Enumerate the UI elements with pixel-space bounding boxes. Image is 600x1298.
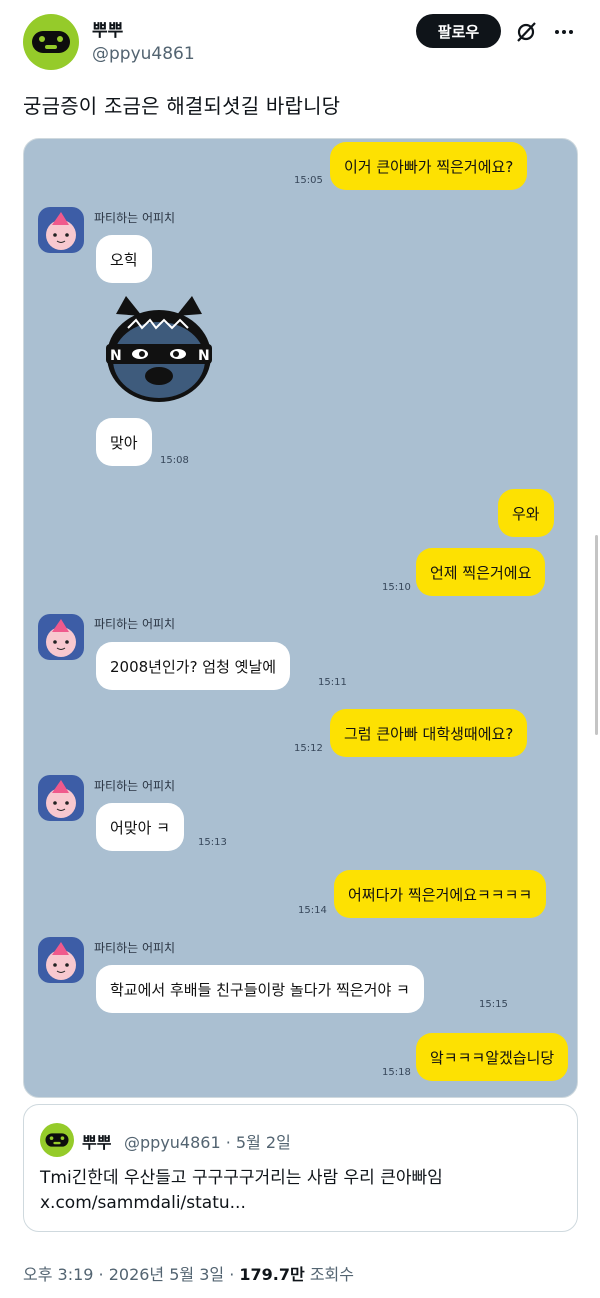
grok-icon[interactable] — [514, 20, 538, 44]
tweet-meta: 오후 3:19 · 2026년 5월 3일 · 179.7만 조회수 — [23, 1261, 354, 1285]
peer-avatar — [38, 937, 84, 983]
message-time: 15:14 — [298, 905, 327, 916]
peer-message: 2008년인가? 엄청 옛날에 — [96, 642, 291, 690]
quoted-display-name: 뿌뿌 — [82, 1133, 112, 1152]
peer-message: 어맞아 ㅋ — [96, 803, 184, 851]
message-time: 15:12 — [294, 743, 323, 754]
author-handle[interactable]: @ppyu4861 — [92, 44, 195, 64]
view-count-label: 조회수 — [304, 1265, 354, 1284]
peer-avatar — [38, 207, 84, 253]
tweet-timestamp[interactable]: 오후 3:19 · 2026년 5월 3일 · — [23, 1265, 239, 1284]
my-message: 그럼 큰아빠 대학생때에요? — [330, 709, 528, 757]
my-message: 우와 — [498, 489, 554, 537]
author-display-name[interactable]: 뿌뿌 — [92, 16, 123, 41]
svg-text:N: N — [198, 348, 210, 364]
peer-avatar — [38, 614, 84, 660]
quoted-text: Tmi긴한데 우산들고 구구구구거리는 사람 우리 큰아빠임 — [40, 1168, 443, 1188]
my-message: 앜ㅋㅋㅋ알겠습니당 — [416, 1033, 569, 1081]
peer-message: 오힉 — [96, 235, 152, 283]
my-message: 어쩌다가 찍은거에요ㅋㅋㅋㅋ — [334, 870, 547, 918]
view-count: 179.7만 — [239, 1265, 305, 1284]
peer-name: 파티하는 어피치 — [94, 779, 176, 793]
message-time: 15:13 — [198, 837, 227, 848]
message-time: 15:15 — [479, 999, 508, 1010]
message-time: 15:18 — [382, 1067, 411, 1078]
peer-name: 파티하는 어피치 — [94, 617, 176, 631]
message-time: 15:08 — [160, 455, 189, 466]
quoted-tweet[interactable]: 뿌뿌 @ppyu4861 · 5월 2일 Tmi긴한데 우산들고 구구구구거리는… — [23, 1104, 578, 1232]
peer-name: 파티하는 어피치 — [94, 941, 176, 955]
quoted-meta: @ppyu4861 · 5월 2일 — [124, 1133, 291, 1152]
quoted-link[interactable]: x.com/sammdali/statu... — [40, 1193, 246, 1213]
tweet-text: 궁금증이 조금은 해결되셧길 바랍니당 — [23, 94, 341, 118]
message-time: 15:10 — [382, 582, 411, 593]
peer-message: 학교에서 후배들 친구들이랑 놀다가 찍은거야 ㅋ — [96, 965, 424, 1013]
follow-button[interactable]: 팔로우 — [416, 14, 501, 48]
ninja-sticker: N N — [98, 294, 220, 406]
peer-avatar — [38, 775, 84, 821]
chat-screenshot[interactable]: 15:05 이거 큰아빠가 찍은거에요? 파티하는 어피치 오힉 N N 맞아 … — [23, 138, 578, 1098]
my-message: 언제 찍은거에요 — [416, 548, 546, 596]
author-avatar[interactable] — [23, 14, 79, 70]
scrollbar[interactable] — [595, 535, 598, 735]
quoted-author-avatar — [40, 1123, 74, 1157]
peer-name: 파티하는 어피치 — [94, 211, 176, 225]
peer-message: 맞아 — [96, 418, 152, 466]
svg-text:N: N — [110, 348, 122, 364]
message-time: 15:05 — [294, 175, 323, 186]
more-icon[interactable] — [552, 20, 576, 44]
message-time: 15:11 — [318, 677, 347, 688]
my-message: 이거 큰아빠가 찍은거에요? — [330, 142, 528, 190]
